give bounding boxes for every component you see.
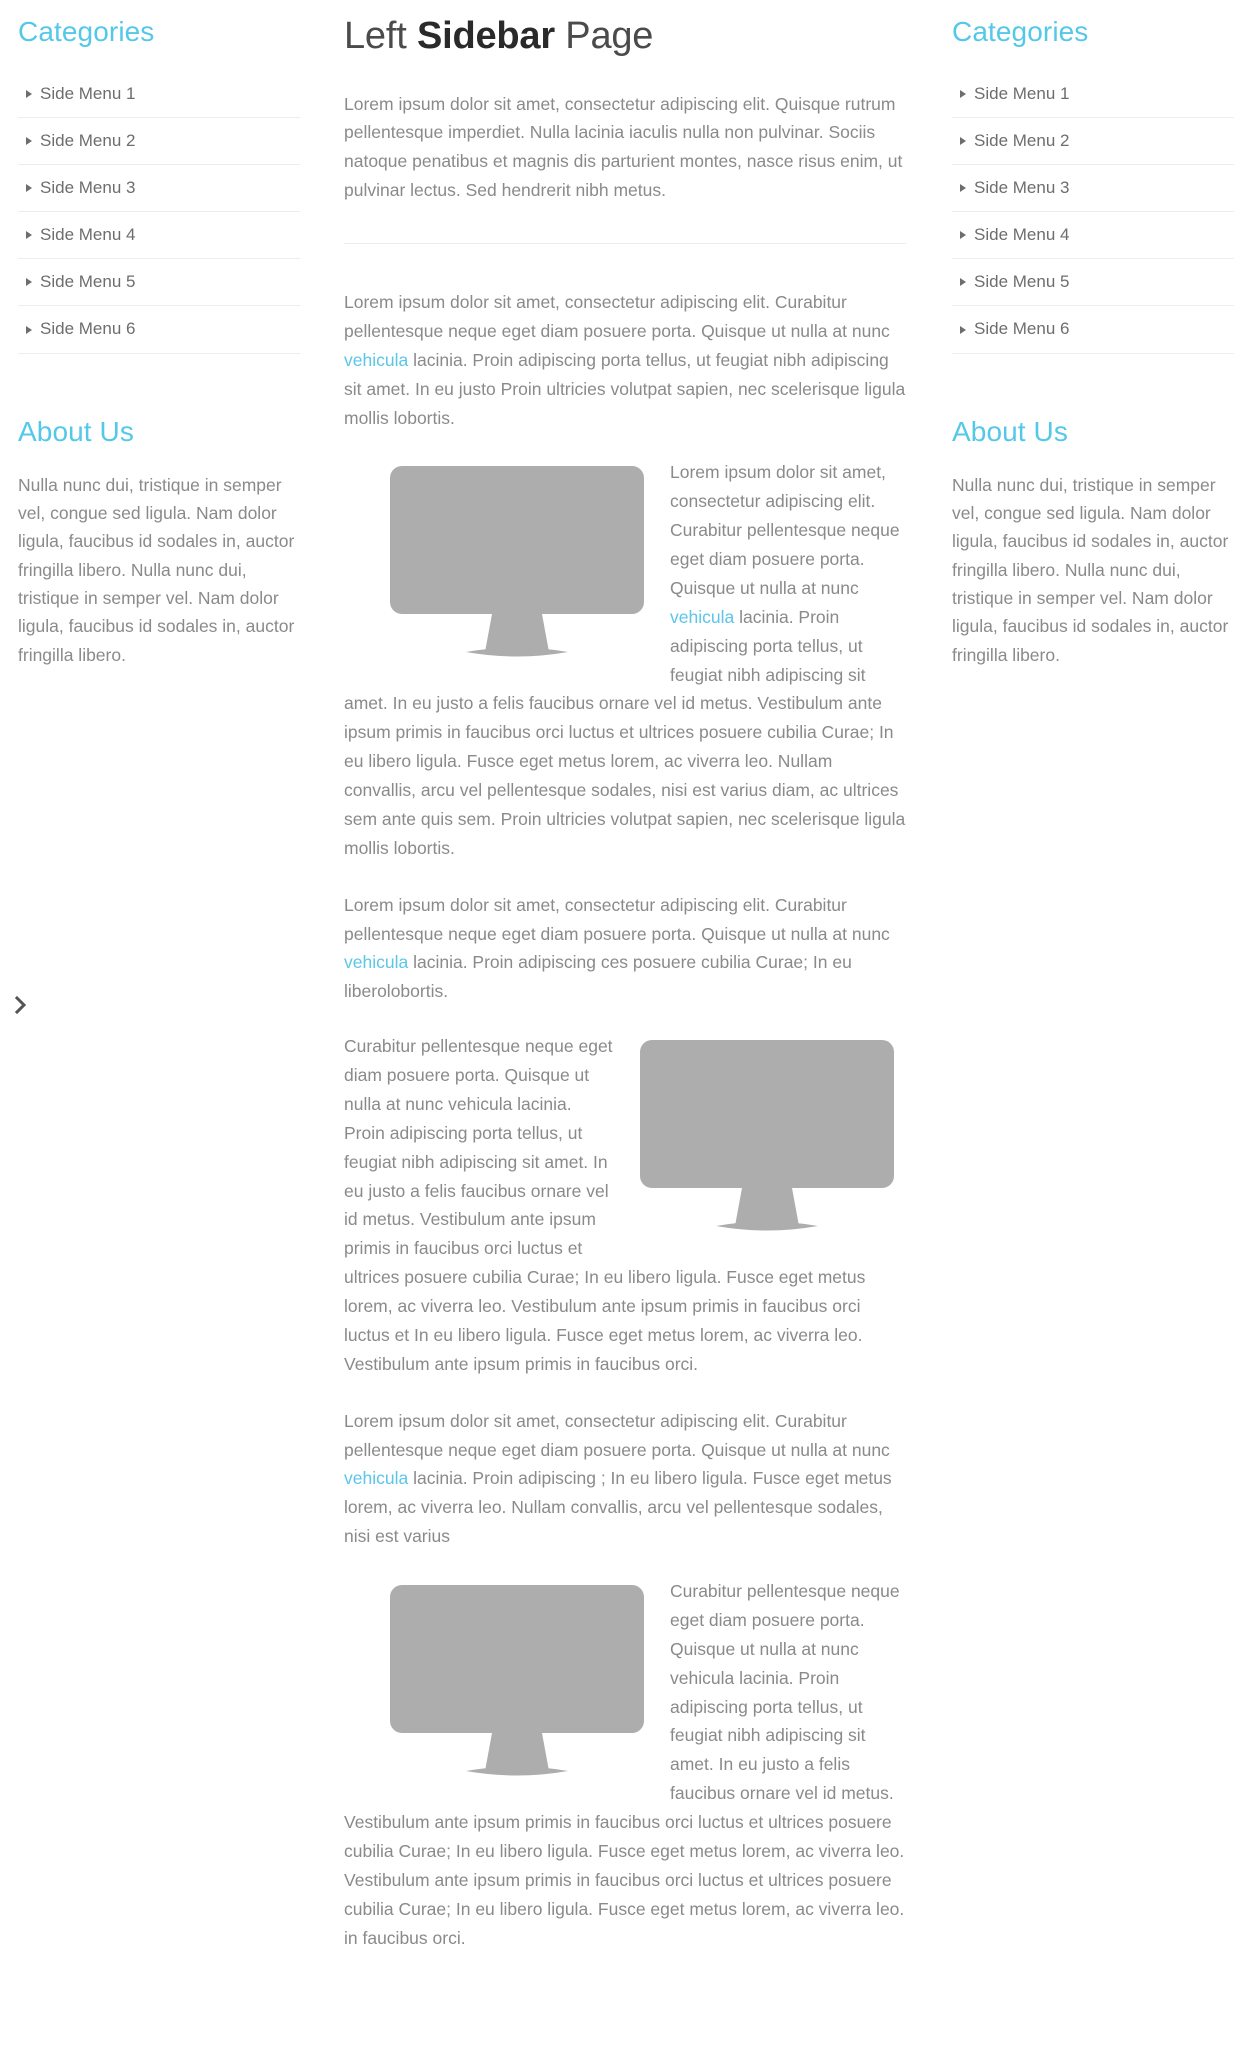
caret-right-icon <box>960 90 966 99</box>
caret-right-icon <box>960 278 966 287</box>
right-categories-title: Categories <box>952 16 1089 47</box>
paragraph-4-text-after: lacinia. Proin adipiscing ; In eu libero… <box>344 1468 892 1547</box>
chevron-right-icon <box>14 996 27 1014</box>
page-title-part2: Page <box>554 15 654 57</box>
caret-right-icon <box>26 231 32 240</box>
list-item: Side Menu 2 <box>18 117 300 164</box>
widget-spacer <box>952 380 1234 414</box>
monitor-placeholder-icon <box>390 1585 644 1776</box>
figure-block-1: Lorem ipsum dolor sit amet, consectetur … <box>344 458 906 862</box>
list-item: Side Menu 1 <box>18 71 300 117</box>
intro-paragraph: Lorem ipsum dolor sit amet, consectetur … <box>344 93 903 201</box>
sidebar-item-label: Side Menu 6 <box>40 319 136 339</box>
page-title-bold: Sidebar <box>416 15 555 57</box>
sidebar-item-side-menu-3[interactable]: Side Menu 3 <box>18 165 300 211</box>
vehicula-link[interactable]: vehicula <box>344 350 408 370</box>
sidebar-item-label: Side Menu 3 <box>974 178 1070 198</box>
left-categories-title: Categories <box>18 16 155 47</box>
caret-right-icon <box>26 278 32 287</box>
sidebar-item-side-menu-5[interactable]: Side Menu 5 <box>18 259 300 305</box>
sidebar-item-label: Side Menu 5 <box>40 272 136 292</box>
sidebar-item-label: Side Menu 2 <box>40 131 136 151</box>
sidebar-item-side-menu-1[interactable]: Side Menu 1 <box>952 71 1234 117</box>
widget-spacer <box>18 380 300 414</box>
figure-block-3: Curabitur pellentesque neque eget diam p… <box>344 1577 906 1952</box>
caret-right-icon <box>26 325 32 334</box>
list-item: Side Menu 1 <box>952 71 1234 117</box>
caret-right-icon <box>960 137 966 146</box>
sidebar-item-label: Side Menu 1 <box>40 84 136 103</box>
page-title-part1: Left <box>344 15 417 57</box>
list-item: Side Menu 6 <box>952 305 1234 352</box>
right-sidebar: Categories Side Menu 1 Side Menu 2 Side … <box>924 0 1254 695</box>
sidebar-item-side-menu-6[interactable]: Side Menu 6 <box>952 306 1234 352</box>
sidebar-item-side-menu-2[interactable]: Side Menu 2 <box>18 118 300 164</box>
right-categories-menu: Side Menu 1 Side Menu 2 Side Menu 3 Side… <box>952 71 1234 354</box>
sidebar-item-label: Side Menu 4 <box>974 225 1070 245</box>
sidebar-item-side-menu-6[interactable]: Side Menu 6 <box>18 306 300 352</box>
caret-right-icon <box>960 231 966 240</box>
left-categories-menu: Side Menu 1 Side Menu 2 Side Menu 3 Side… <box>18 71 300 354</box>
sidebar-item-label: Side Menu 6 <box>974 319 1070 339</box>
monitor-placeholder-icon <box>640 1040 894 1231</box>
list-item: Side Menu 4 <box>18 211 300 258</box>
vehicula-link[interactable]: vehicula <box>344 1468 408 1488</box>
list-item: Side Menu 3 <box>18 164 300 211</box>
list-item: Side Menu 3 <box>952 164 1234 211</box>
sidebar-item-side-menu-1[interactable]: Side Menu 1 <box>18 71 300 117</box>
vehicula-link[interactable]: vehicula <box>670 607 734 627</box>
left-about-widget: About Us Nulla nunc dui, tristique in se… <box>18 414 300 669</box>
right-about-widget: About Us Nulla nunc dui, tristique in se… <box>952 414 1234 669</box>
sidebar-toggle-button[interactable] <box>8 990 34 1020</box>
sidebar-item-side-menu-4[interactable]: Side Menu 4 <box>18 212 300 258</box>
paragraph-4-text-before: Lorem ipsum dolor sit amet, consectetur … <box>344 1410 890 1460</box>
right-categories-widget: Categories Side Menu 1 Side Menu 2 Side … <box>952 14 1234 354</box>
list-item: Side Menu 5 <box>18 258 300 305</box>
caret-right-icon <box>960 184 966 193</box>
sidebar-item-side-menu-5[interactable]: Side Menu 5 <box>952 259 1234 305</box>
caret-right-icon <box>26 90 32 99</box>
left-about-text: Nulla nunc dui, tristique in semper vel,… <box>18 474 295 665</box>
sidebar-item-label: Side Menu 1 <box>974 84 1070 103</box>
left-about-title: About Us <box>18 415 134 447</box>
list-item: Side Menu 4 <box>952 211 1234 258</box>
paragraph-2-text-before: Lorem ipsum dolor sit amet, consectetur … <box>344 292 890 341</box>
page-root: Categories Side Menu 1 Side Menu 2 Side … <box>0 0 1254 2055</box>
sidebar-item-label: Side Menu 2 <box>974 131 1070 151</box>
left-sidebar: Categories Side Menu 1 Side Menu 2 Side … <box>0 0 330 695</box>
page-title: Left Sidebar Page <box>344 14 906 60</box>
paragraph-3-text-after: lacinia. Proin adipiscing ces posuere cu… <box>344 952 852 1002</box>
main-content: Left Sidebar Page Lorem ipsum dolor sit … <box>330 0 924 2018</box>
paragraph-2: Lorem ipsum dolor sit amet, consectetur … <box>344 288 906 432</box>
left-categories-widget: Categories Side Menu 1 Side Menu 2 Side … <box>18 14 300 354</box>
list-item: Side Menu 6 <box>18 305 300 352</box>
figure-block-2: Curabitur pellentesque neque eget diam p… <box>344 1032 906 1379</box>
paragraph-4: Lorem ipsum dolor sit amet, consectetur … <box>344 1407 906 1551</box>
caret-right-icon <box>960 325 966 334</box>
sidebar-item-side-menu-4[interactable]: Side Menu 4 <box>952 212 1234 258</box>
sidebar-item-label: Side Menu 4 <box>40 225 136 245</box>
sidebar-item-label: Side Menu 5 <box>974 272 1070 292</box>
list-item: Side Menu 5 <box>952 258 1234 305</box>
paragraph-3-text-before: Lorem ipsum dolor sit amet, consectetur … <box>344 894 890 944</box>
monitor-placeholder-icon <box>390 466 644 657</box>
section-divider <box>344 243 906 245</box>
paragraph-3: Lorem ipsum dolor sit amet, consectetur … <box>344 891 906 1007</box>
right-about-title: About Us <box>952 415 1068 447</box>
figure-1-text-before: Lorem ipsum dolor sit amet, consectetur … <box>670 462 900 598</box>
list-item: Side Menu 2 <box>952 117 1234 164</box>
right-about-text: Nulla nunc dui, tristique in semper vel,… <box>952 474 1229 665</box>
vehicula-link[interactable]: vehicula <box>344 952 408 972</box>
caret-right-icon <box>26 137 32 146</box>
sidebar-item-label: Side Menu 3 <box>40 178 136 198</box>
caret-right-icon <box>26 184 32 193</box>
sidebar-item-side-menu-2[interactable]: Side Menu 2 <box>952 118 1234 164</box>
paragraph-2-text-after: lacinia. Proin adipiscing porta tellus, … <box>344 349 906 428</box>
sidebar-item-side-menu-3[interactable]: Side Menu 3 <box>952 165 1234 211</box>
